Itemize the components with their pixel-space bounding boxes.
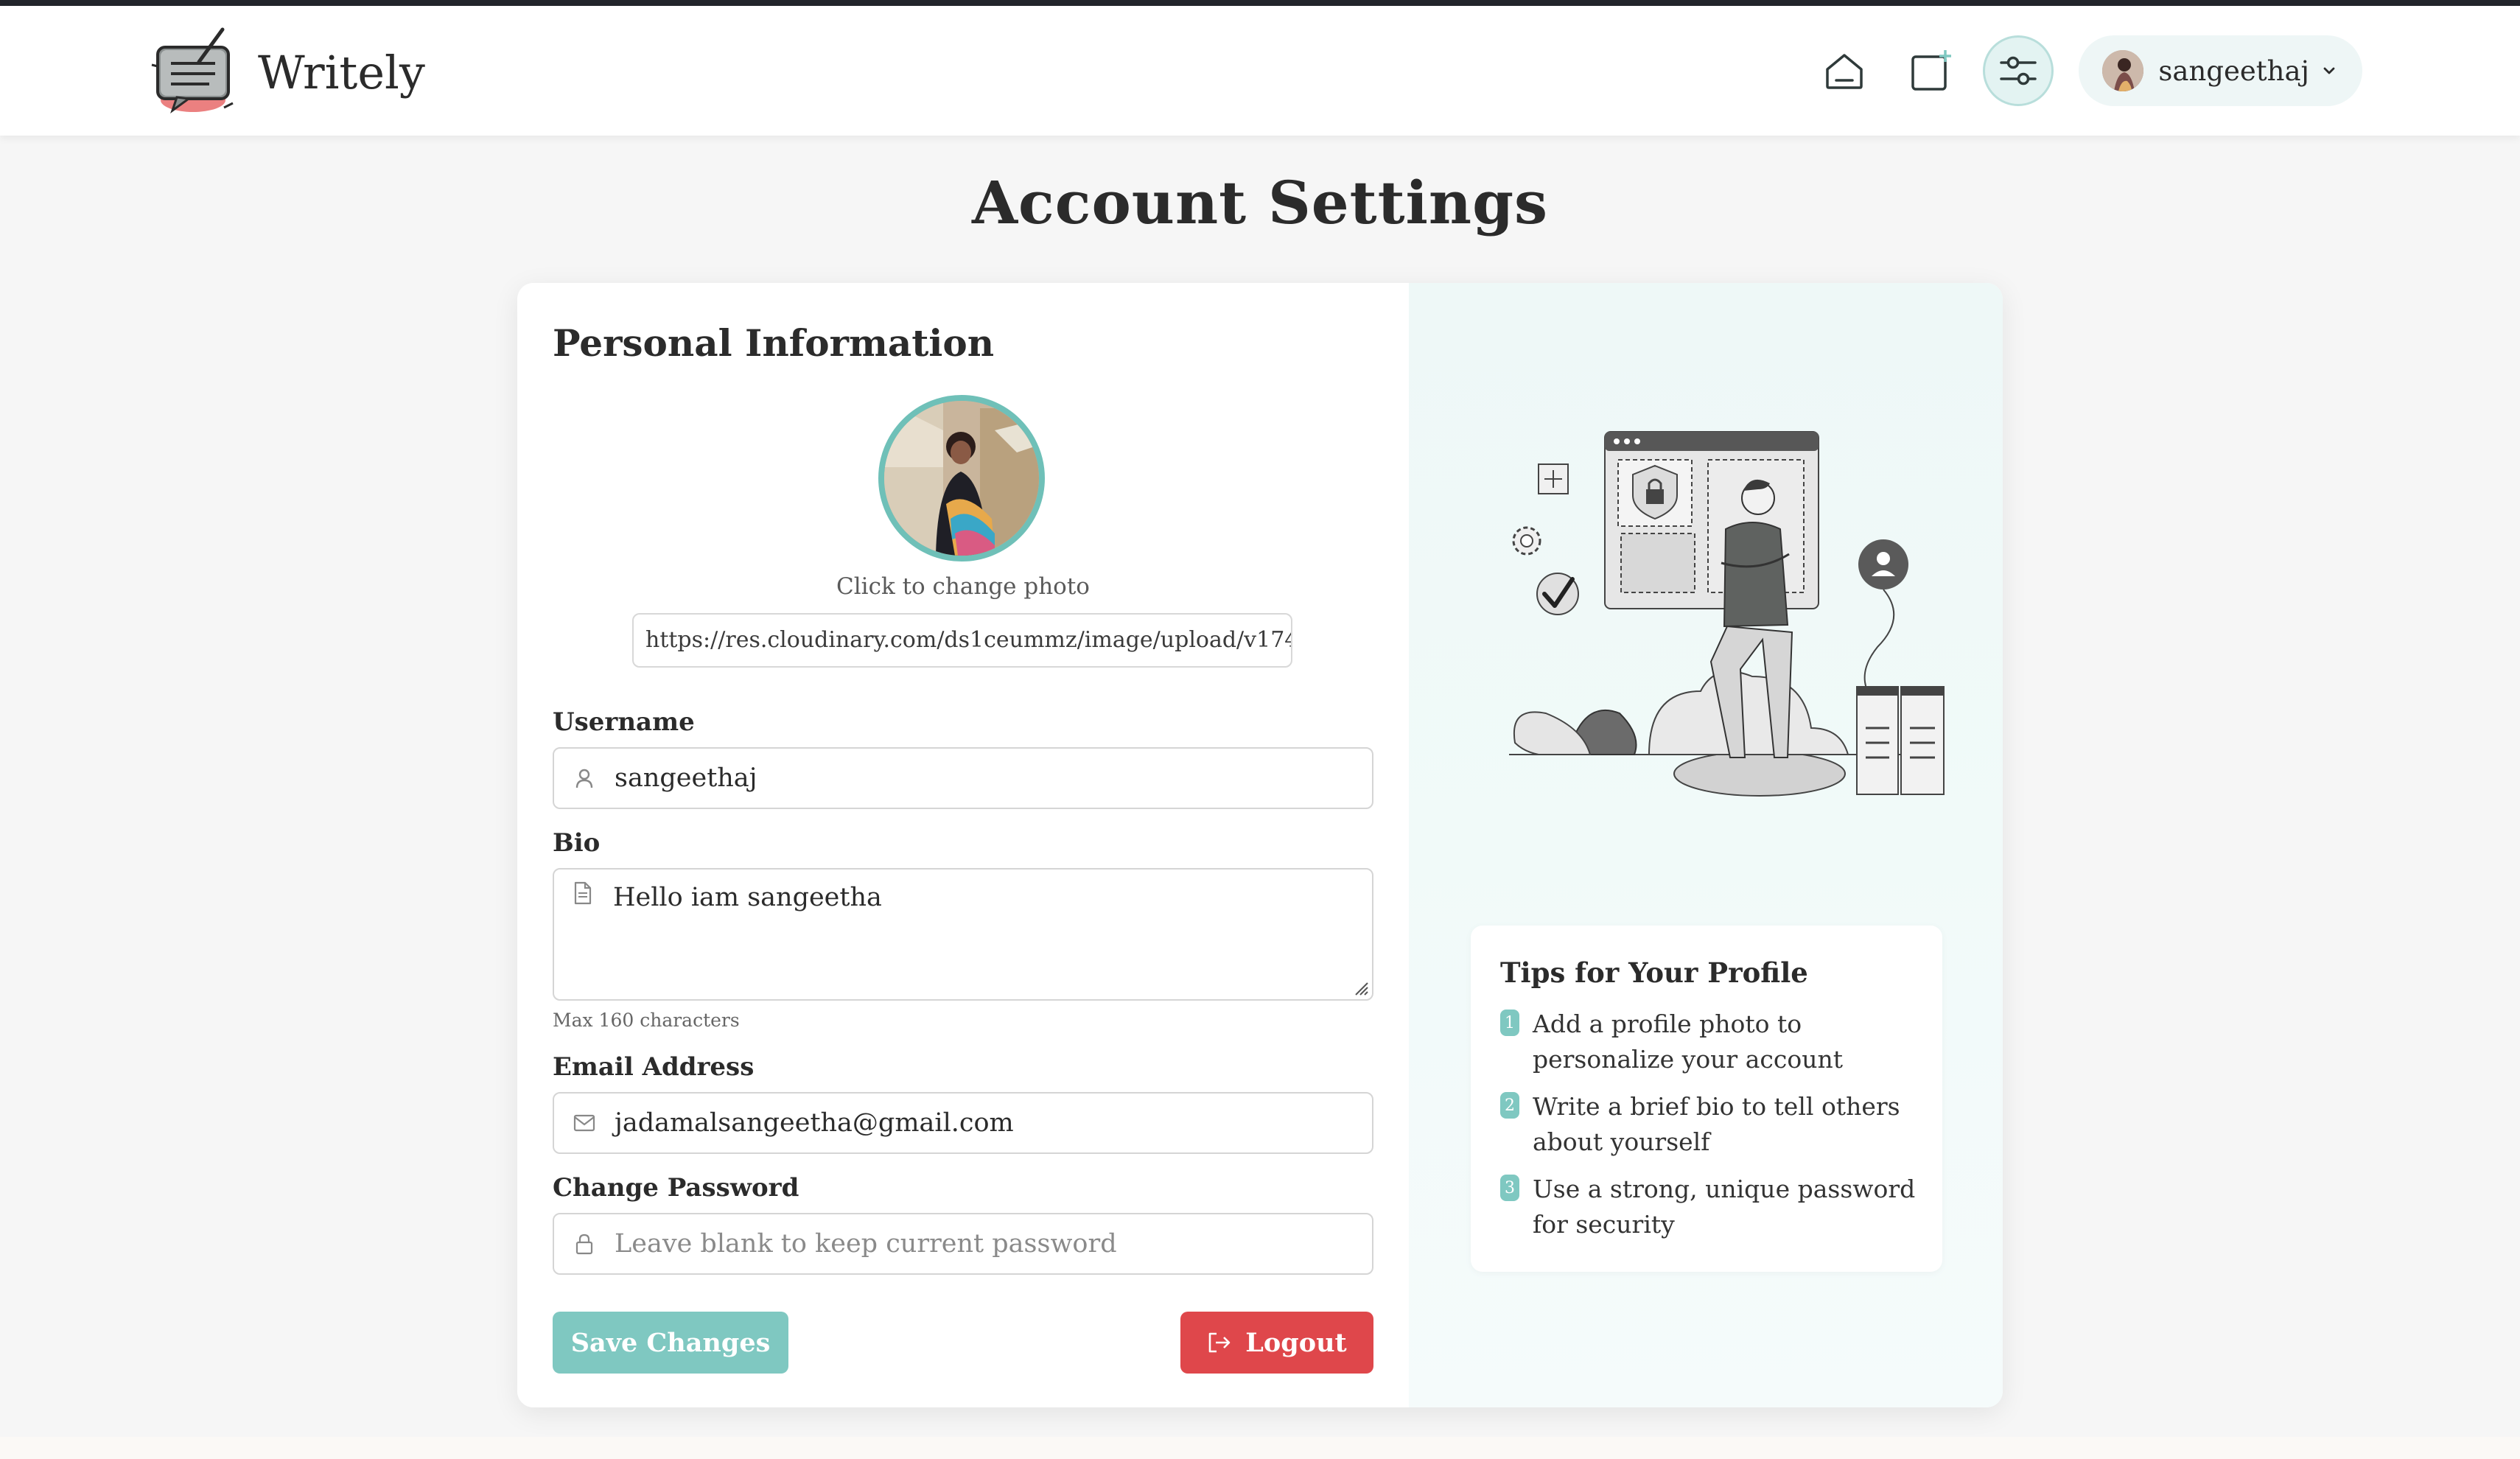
new-post-button[interactable] <box>1896 35 1967 106</box>
logout-icon <box>1207 1332 1232 1354</box>
navbar: Writely sangeethaj <box>0 6 2520 136</box>
tips-card: Tips for Your Profile 1 Add a profile ph… <box>1471 926 1942 1272</box>
photo-url-input[interactable]: https://res.cloudinary.com/ds1ceummz/ima… <box>632 613 1292 668</box>
writely-logo-icon <box>151 27 234 113</box>
tip-text-line: personalize your account <box>1533 1045 1843 1074</box>
profile-photo-image <box>884 401 1039 556</box>
mail-icon <box>573 1112 595 1134</box>
bio-hint: Max 160 characters <box>553 1010 740 1031</box>
email-value: jadamalsangeetha@gmail.com <box>615 1108 1014 1138</box>
brand[interactable]: Writely <box>147 21 425 124</box>
settings-button[interactable] <box>1983 35 2054 106</box>
chevron-down-icon <box>2323 67 2335 74</box>
section-title: Personal Information <box>553 321 995 365</box>
bio-value: Hello iam sangeetha <box>613 883 882 912</box>
tip-item: 1 Add a profile photo to personalize you… <box>1500 1007 1920 1077</box>
email-label: Email Address <box>553 1052 755 1082</box>
user-avatar <box>2102 50 2144 91</box>
logout-button[interactable]: Logout <box>1180 1312 1373 1374</box>
profile-photo[interactable] <box>878 395 1045 561</box>
bio-label: Bio <box>553 828 601 858</box>
tip-item: 2 Write a brief bio to tell others about… <box>1500 1089 1920 1160</box>
brand-name: Writely <box>258 45 425 99</box>
tip-text-line: for security <box>1533 1210 1675 1239</box>
username-input[interactable]: sangeethaj <box>553 747 1373 809</box>
resize-grip-icon[interactable] <box>1351 979 1369 996</box>
password-placeholder: Leave blank to keep current password <box>615 1229 1117 1259</box>
tips-title: Tips for Your Profile <box>1500 956 1808 989</box>
tip-text: Add a profile photo to personalize your … <box>1533 1007 1843 1077</box>
save-changes-button[interactable]: Save Changes <box>553 1312 788 1374</box>
change-photo-label[interactable]: Click to change photo <box>517 573 1409 600</box>
password-label: Change Password <box>553 1173 799 1203</box>
username-label: Username <box>553 707 695 737</box>
home-button[interactable] <box>1809 35 1880 106</box>
password-field[interactable]: Leave blank to keep current password <box>553 1213 1373 1275</box>
new-post-icon <box>1911 50 1952 91</box>
user-menu[interactable]: sangeethaj <box>2079 35 2362 106</box>
personal-info-form: Personal Information Click to change pho… <box>517 283 1409 1407</box>
tip-text-line: Use a strong, unique password <box>1533 1175 1916 1203</box>
tip-item: 3 Use a strong, unique password for secu… <box>1500 1172 1920 1242</box>
tip-text-line: about yourself <box>1533 1127 1710 1156</box>
tip-text: Use a strong, unique password for securi… <box>1533 1172 1915 1242</box>
settings-card: Personal Information Click to change pho… <box>517 283 2003 1407</box>
user-icon <box>573 767 595 789</box>
security-illustration <box>1509 431 1945 797</box>
tip-text-line: Add a profile photo to <box>1533 1010 1802 1038</box>
document-icon <box>573 881 592 908</box>
user-name: sangeethaj <box>2158 55 2309 87</box>
tip-text: Write a brief bio to tell others about y… <box>1533 1089 1900 1160</box>
page-title: Account Settings <box>971 168 1549 237</box>
home-icon <box>1826 54 1863 89</box>
tip-number: 3 <box>1500 1175 1519 1201</box>
footer-strip <box>0 1437 2520 1459</box>
lock-icon <box>573 1233 595 1255</box>
tip-number: 2 <box>1500 1092 1519 1119</box>
username-value: sangeethaj <box>615 763 757 793</box>
tip-text-line: Write a brief bio to tell others <box>1533 1092 1900 1121</box>
bio-textarea[interactable]: Hello iam sangeetha <box>553 868 1373 1001</box>
tips-pane: Tips for Your Profile 1 Add a profile ph… <box>1409 283 2003 1407</box>
settings-sliders-icon <box>2000 56 2037 85</box>
email-field[interactable]: jadamalsangeetha@gmail.com <box>553 1092 1373 1154</box>
logout-label: Logout <box>1245 1327 1347 1358</box>
tip-number: 1 <box>1500 1010 1519 1036</box>
nav-icons: sangeethaj <box>1793 35 2362 106</box>
window-top-strip <box>0 0 2520 6</box>
user-avatar-image <box>2102 50 2144 91</box>
